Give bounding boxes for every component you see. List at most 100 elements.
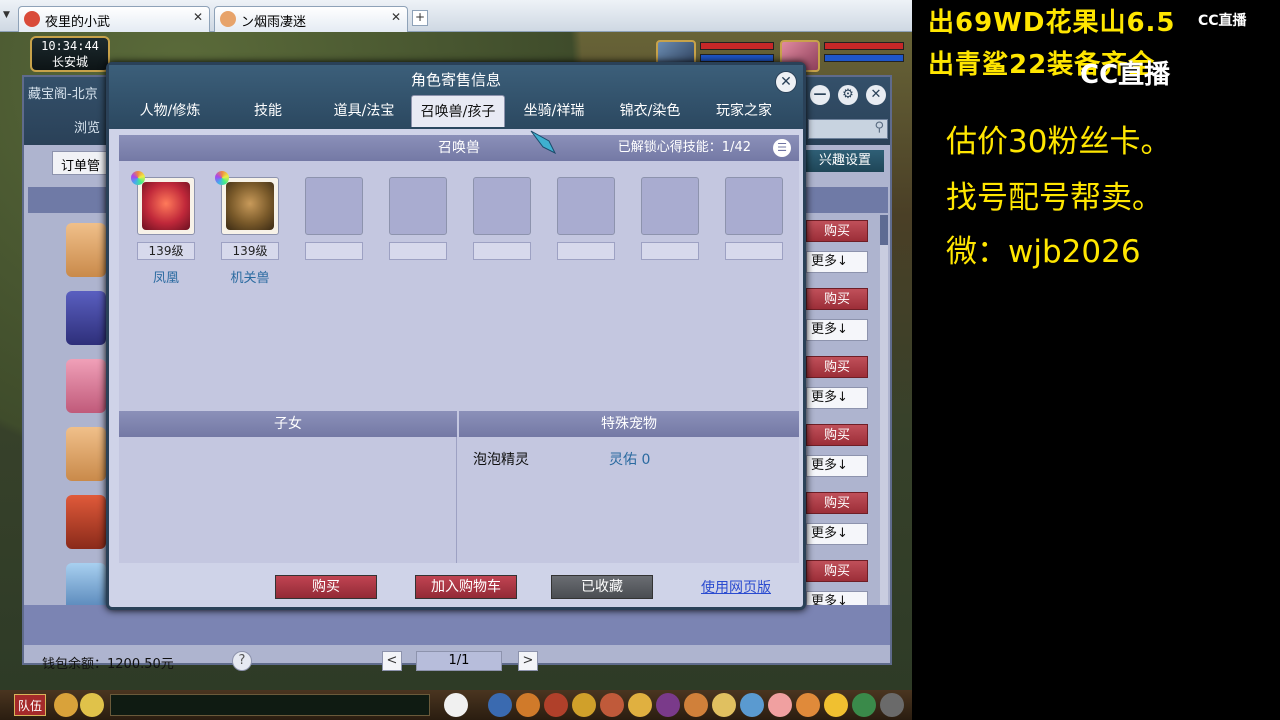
pet-slot-empty[interactable]: [389, 177, 447, 235]
toolbar-icon[interactable]: [768, 693, 792, 717]
toolbar-icon[interactable]: [628, 693, 652, 717]
more-button[interactable]: 更多↓: [806, 523, 868, 545]
dialog-title: 角色寄售信息: [410, 71, 501, 89]
tab-home[interactable]: 玩家之家: [697, 95, 791, 127]
toolbar-icon[interactable]: [684, 693, 708, 717]
pet-icon[interactable]: [444, 693, 468, 717]
list-scrollbar[interactable]: [880, 215, 888, 615]
buy-button[interactable]: 购买: [806, 492, 868, 514]
toolbar-icon[interactable]: [824, 693, 848, 717]
overlay-service-text: 找号配号帮卖。: [946, 180, 1163, 216]
pet-level-empty: [725, 242, 783, 260]
toolbar-icon[interactable]: [796, 693, 820, 717]
tab-items[interactable]: 道具/法宝: [317, 95, 411, 127]
toolbar-icon[interactable]: [600, 693, 624, 717]
new-tab-button[interactable]: +: [412, 10, 428, 26]
team-button[interactable]: 队伍: [14, 694, 46, 716]
pet-slot-empty[interactable]: [305, 177, 363, 235]
close-icon[interactable]: ✕: [775, 71, 797, 93]
pet-level-empty: [305, 242, 363, 260]
hp-bar: [700, 42, 774, 50]
order-manage-button[interactable]: 订单管: [52, 151, 108, 175]
list-icon[interactable]: ☰: [773, 139, 791, 157]
tab-mounts[interactable]: 坐骑/祥瑞: [507, 95, 601, 127]
toolbar-icon[interactable]: [656, 693, 680, 717]
tab-character-2[interactable]: ン烟雨凄迷 ✕: [214, 6, 408, 32]
toolbar-icon[interactable]: [516, 693, 540, 717]
web-version-link[interactable]: 使用网页版: [701, 577, 771, 597]
search-input[interactable]: ⚲: [808, 119, 888, 139]
character-avatar[interactable]: [66, 223, 106, 277]
toolbar-icon[interactable]: [572, 693, 596, 717]
pet-slot-empty[interactable]: [641, 177, 699, 235]
add-to-cart-button[interactable]: 加入购物车: [415, 575, 517, 599]
pet-slot[interactable]: [221, 177, 279, 235]
mech-beast-icon: [226, 182, 274, 230]
tab-skills[interactable]: 技能: [221, 95, 315, 127]
pet-slot-empty[interactable]: [473, 177, 531, 235]
game-clock: 10:34:44 长安城: [30, 36, 110, 72]
chat-input[interactable]: [110, 694, 430, 716]
special-pet-value: 灵佑 0: [609, 452, 651, 468]
toolbar-icon[interactable]: [544, 693, 568, 717]
character-avatar[interactable]: [66, 495, 106, 549]
scrollbar-thumb[interactable]: [880, 215, 888, 245]
search-icon[interactable]: ⚲: [874, 120, 884, 135]
game-tab-icon: [220, 11, 236, 27]
tab-character[interactable]: 人物/修炼: [123, 95, 217, 127]
pet-level-empty: [641, 242, 699, 260]
toolbar-icon[interactable]: [712, 693, 736, 717]
chat-bubble-icon[interactable]: [80, 693, 104, 717]
tab-close-icon[interactable]: ✕: [391, 10, 401, 24]
wallet-balance: 钱包余额：1200.50元: [42, 657, 174, 672]
pet-level: 139级: [221, 242, 279, 260]
stream-overlay: 出69WD花果山6.5 出青鲨22装备齐全 CC直播 CC直播 估价30粉丝卡。…: [912, 0, 1280, 720]
tab-summons[interactable]: 召唤兽/孩子: [411, 95, 505, 127]
character-sale-dialog: 角色寄售信息 ✕ 人物/修炼 技能 道具/法宝 召唤兽/孩子 坐骑/祥瑞 锦衣/…: [106, 62, 806, 610]
toolbar-icon[interactable]: [488, 693, 512, 717]
buy-button[interactable]: 购买: [806, 424, 868, 446]
favorited-button[interactable]: 已收藏: [551, 575, 653, 599]
tab-close-icon[interactable]: ✕: [193, 10, 203, 24]
pet-slot[interactable]: [137, 177, 195, 235]
character-avatar[interactable]: [66, 427, 106, 481]
tab-label: 夜里的小武: [45, 15, 111, 30]
gear-icon[interactable]: ⚙: [838, 85, 858, 105]
buy-button[interactable]: 购买: [806, 220, 868, 242]
rainbow-orb-icon: [131, 171, 145, 185]
prev-page-button[interactable]: <: [382, 651, 402, 671]
help-icon[interactable]: ?: [232, 651, 252, 671]
minimize-icon[interactable]: —: [810, 85, 830, 105]
buy-button[interactable]: 购买: [806, 560, 868, 582]
cbg-browse-tab[interactable]: 浏览: [74, 117, 100, 136]
tab-character-1[interactable]: 夜里的小武 ✕: [18, 6, 210, 32]
close-icon[interactable]: ✕: [866, 85, 886, 105]
tab-costumes[interactable]: 锦衣/染色: [603, 95, 697, 127]
tab-menu-arrow-icon[interactable]: ▼: [3, 10, 15, 24]
pet-slot-empty[interactable]: [725, 177, 783, 235]
buy-button[interactable]: 购买: [275, 575, 377, 599]
more-button[interactable]: 更多↓: [806, 387, 868, 409]
clock-time: 10:34:44: [41, 39, 99, 53]
pet-name[interactable]: 机关兽: [221, 267, 279, 286]
character-avatar[interactable]: [66, 359, 106, 413]
pet-slot-empty[interactable]: [557, 177, 615, 235]
more-button[interactable]: 更多↓: [806, 251, 868, 273]
toolbar-icon[interactable]: [852, 693, 876, 717]
more-button[interactable]: 更多↓: [806, 455, 868, 477]
overlay-price-text: 估价30粉丝卡。: [946, 124, 1172, 160]
summons-panel: 召唤兽 已解锁心得技能：1/42 ☰ 139级 139级 凤凰 机关兽 子女 特…: [119, 135, 799, 563]
toolbar-icon[interactable]: [740, 693, 764, 717]
pet-level-empty: [557, 242, 615, 260]
character-avatar[interactable]: [66, 291, 106, 345]
microphone-icon[interactable]: [54, 693, 78, 717]
pet-name[interactable]: 凤凰: [137, 267, 195, 286]
game-bottom-bar: 队伍: [0, 690, 912, 720]
interest-settings-button[interactable]: 兴趣设置: [806, 150, 884, 172]
next-page-button[interactable]: >: [518, 651, 538, 671]
toolbar-icon[interactable]: [880, 693, 904, 717]
buy-button[interactable]: 购买: [806, 288, 868, 310]
more-button[interactable]: 更多↓: [806, 319, 868, 341]
buy-button[interactable]: 购买: [806, 356, 868, 378]
rainbow-orb-icon: [215, 171, 229, 185]
